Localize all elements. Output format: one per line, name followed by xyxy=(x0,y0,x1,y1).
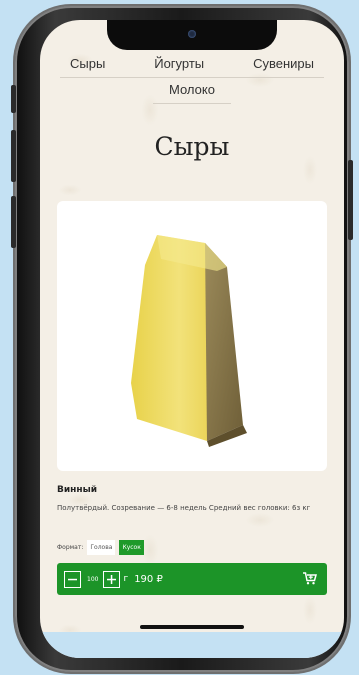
plus-icon xyxy=(107,574,117,584)
product-price: 190 ₽ xyxy=(134,573,163,585)
category-nav-row2: Молоко xyxy=(40,82,344,104)
cheese-image xyxy=(131,235,247,447)
nav-item-souvenirs[interactable]: Сувениры xyxy=(253,56,314,71)
nav-item-yogurts[interactable]: Йогурты xyxy=(154,56,204,71)
decrease-quantity-button[interactable] xyxy=(64,570,81,588)
phone-side-button xyxy=(11,85,16,113)
home-indicator[interactable] xyxy=(140,625,244,629)
phone-volume-down xyxy=(11,196,16,248)
page-title: Сыры xyxy=(154,132,230,161)
add-to-cart-button[interactable] xyxy=(303,570,317,589)
product-name: Винный xyxy=(57,485,98,495)
product-image-card[interactable] xyxy=(57,201,327,471)
category-nav: Сыры Йогурты Сувениры xyxy=(60,56,324,78)
quantity-unit: г xyxy=(123,574,129,584)
product-description: Полутвёрдый. Созревание — 6-8 недель Сре… xyxy=(57,504,311,512)
phone-volume-up xyxy=(11,130,16,182)
format-selector: Формат: Голова Кусок xyxy=(57,540,144,555)
add-to-cart-icon xyxy=(303,571,317,584)
phone-screen: Сыры Йогурты Сувениры Молоко Сыры Винный… xyxy=(40,20,344,658)
camera-icon xyxy=(188,30,196,38)
quantity-value[interactable]: 100 xyxy=(87,576,98,583)
format-label: Формат: xyxy=(57,544,84,551)
minus-icon xyxy=(68,578,77,580)
nav-item-cheese[interactable]: Сыры xyxy=(70,56,105,71)
bottom-area xyxy=(40,632,344,658)
phone-power-button xyxy=(348,160,353,240)
increase-quantity-button[interactable] xyxy=(103,570,121,588)
format-option-piece[interactable]: Кусок xyxy=(119,540,144,555)
format-option-whole[interactable]: Голова xyxy=(87,540,116,555)
nav-item-milk[interactable]: Молоко xyxy=(153,82,231,104)
purchase-bar: 100 г 190 ₽ xyxy=(57,563,327,595)
